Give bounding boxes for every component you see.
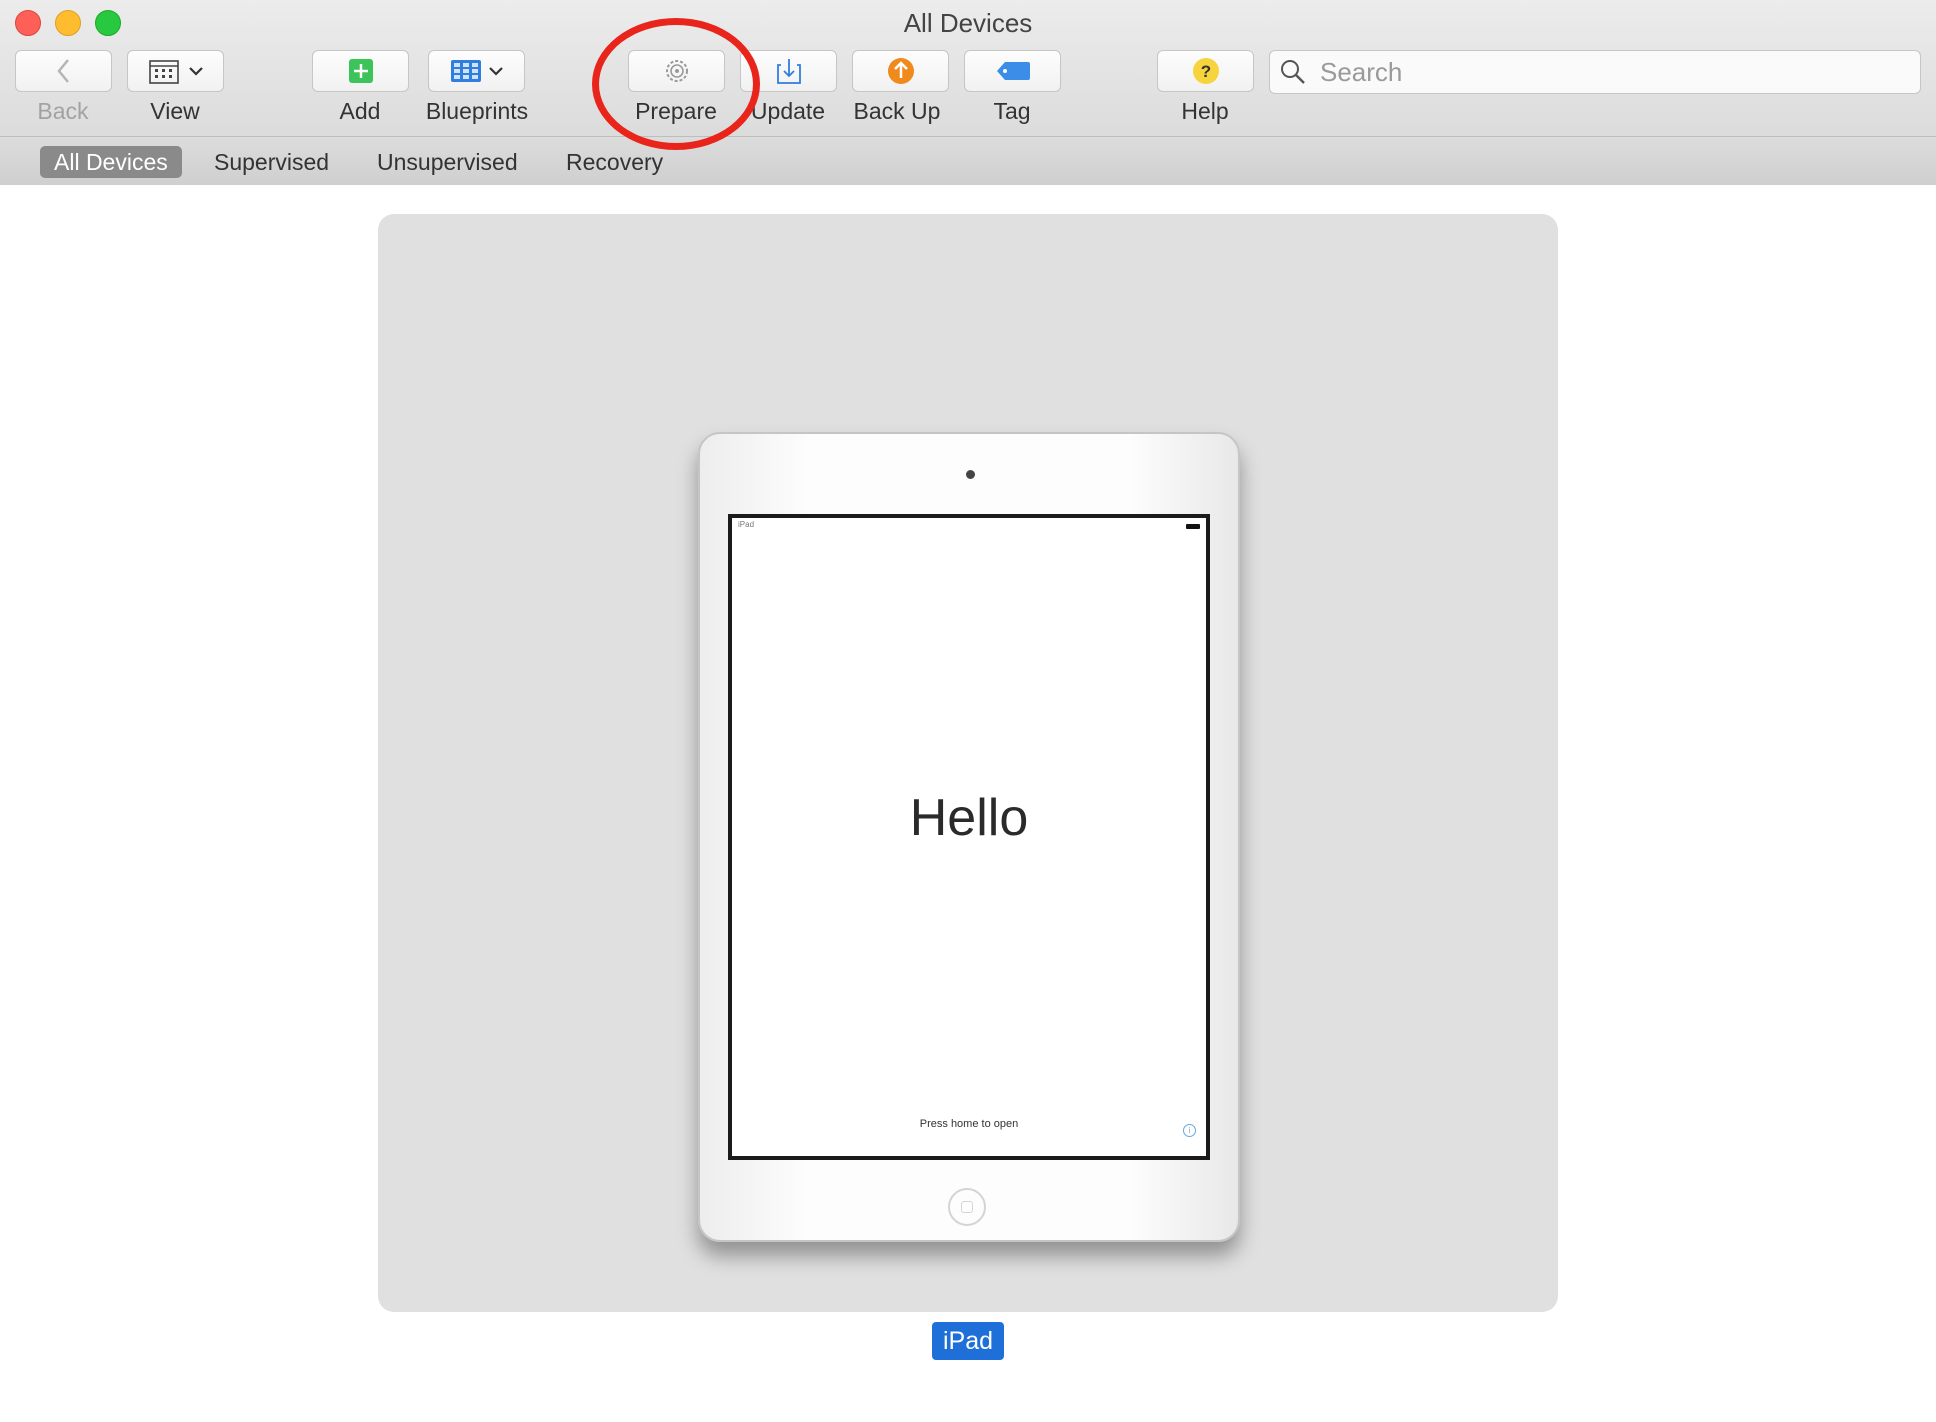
grid-icon — [450, 60, 481, 82]
blueprints-button[interactable] — [428, 50, 525, 92]
back-up-label: Back Up — [853, 98, 941, 124]
filter-unsupervised[interactable]: Unsupervised — [363, 146, 532, 178]
battery-icon — [1186, 524, 1200, 529]
update-label: Update — [750, 98, 826, 124]
back-up-button[interactable] — [852, 50, 949, 92]
back-label: Back — [37, 98, 89, 124]
help-label: Help — [1181, 98, 1229, 124]
search-icon — [1281, 60, 1305, 84]
press-home-hint: Press home to open — [919, 1118, 1019, 1130]
info-icon: i — [1183, 1124, 1196, 1137]
filter-bar: All Devices Supervised Unsupervised Reco… — [0, 136, 1936, 185]
status-bar-label: iPad — [738, 520, 755, 529]
update-button[interactable] — [740, 50, 837, 92]
device-name-label[interactable]: iPad — [932, 1322, 1004, 1360]
help-button[interactable]: ? — [1157, 50, 1254, 92]
filter-all-devices[interactable]: All Devices — [40, 146, 182, 178]
blueprints-label: Blueprints — [425, 98, 529, 124]
hello-greeting: Hello — [909, 789, 1029, 847]
search-field[interactable] — [1269, 50, 1921, 94]
plus-icon — [348, 59, 373, 83]
question-circle-icon: ? — [1192, 58, 1219, 84]
search-input[interactable] — [1318, 55, 1882, 89]
ipad-device-image[interactable]: iPad Hello Press home to open i — [698, 432, 1240, 1242]
front-camera — [966, 470, 975, 479]
download-tray-icon — [776, 59, 801, 84]
tag-icon — [996, 62, 1030, 80]
chevron-down-icon — [488, 67, 503, 76]
filter-supervised[interactable]: Supervised — [200, 146, 343, 178]
svg-text:?: ? — [1200, 62, 1210, 81]
back-button[interactable] — [15, 50, 112, 92]
chevron-left-icon — [56, 59, 69, 83]
prepare-label: Prepare — [635, 98, 717, 124]
chevron-down-icon — [188, 67, 203, 76]
tag-label: Tag — [993, 98, 1031, 124]
calendar-grid-icon — [148, 60, 179, 84]
device-screen: iPad Hello Press home to open i — [728, 514, 1210, 1160]
view-button[interactable] — [127, 50, 224, 92]
tag-button[interactable] — [964, 50, 1061, 92]
filter-recovery[interactable]: Recovery — [552, 146, 677, 178]
up-arrow-circle-icon — [887, 58, 914, 84]
window-title: All Devices — [903, 8, 1033, 38]
gear-icon — [665, 60, 688, 82]
home-button-icon — [948, 1188, 986, 1226]
prepare-button[interactable] — [628, 50, 725, 92]
add-button[interactable] — [312, 50, 409, 92]
view-label: View — [150, 98, 200, 124]
add-label: Add — [339, 98, 381, 124]
